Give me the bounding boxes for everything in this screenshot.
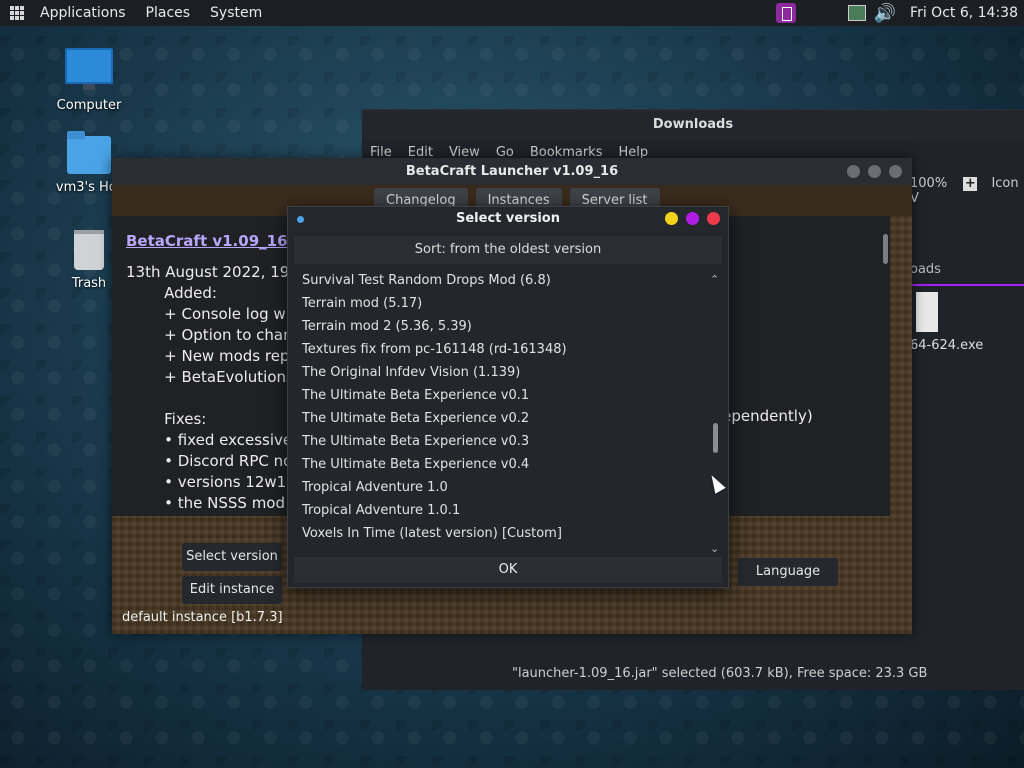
version-list-item[interactable]: Tropical Adventure 1.0.1: [294, 499, 706, 522]
window-controls: [847, 165, 902, 178]
top-panel: Applications Places System 🔊 Fri Oct 6, …: [0, 0, 1024, 26]
clock[interactable]: Fri Oct 6, 14:38: [900, 5, 1024, 21]
menu-system[interactable]: System: [200, 5, 272, 21]
desktop-icon-label: Computer: [56, 98, 122, 113]
ok-button[interactable]: OK: [294, 557, 722, 583]
home-folder-icon: [67, 131, 111, 174]
betacraft-titlebar[interactable]: BetaCraft Launcher v1.09_16: [112, 158, 912, 185]
network-icon[interactable]: [847, 5, 866, 21]
news-line: + Console log wir: [126, 305, 297, 323]
betacraft-title: BetaCraft Launcher v1.09_16: [405, 164, 619, 179]
maximize-icon[interactable]: [868, 165, 881, 178]
workspace-applet-icon[interactable]: [776, 3, 796, 23]
zoom-in-icon[interactable]: +: [963, 177, 978, 191]
sort-button[interactable]: Sort: from the oldest version: [294, 236, 722, 264]
maximize-icon[interactable]: [686, 212, 699, 225]
trash-icon: [74, 230, 104, 270]
close-icon[interactable]: [889, 165, 902, 178]
zoom-level[interactable]: 100%: [910, 176, 947, 191]
downloads-title: Downloads: [362, 110, 1024, 140]
desktop-icon-computer[interactable]: Computer: [44, 48, 134, 113]
version-list-item[interactable]: The Ultimate Beta Experience v0.4: [294, 453, 706, 476]
scroll-down-icon[interactable]: ⌄: [710, 542, 719, 555]
version-list-item[interactable]: The Ultimate Beta Experience v0.1: [294, 384, 706, 407]
version-list-scrollbar[interactable]: ⌃ ⌄: [708, 269, 722, 557]
changelog-scrollbar[interactable]: [874, 216, 890, 516]
close-icon[interactable]: [707, 212, 720, 225]
minimize-icon[interactable]: [665, 212, 678, 225]
downloads-toolbar: 100% + Icon V: [910, 176, 1024, 206]
scroll-up-icon[interactable]: ⌃: [710, 273, 719, 286]
edit-instance-button[interactable]: Edit instance: [182, 576, 282, 604]
news-line: Fixes:: [126, 410, 207, 428]
news-line: • the NSSS mod sl: [126, 494, 302, 512]
menu-applications[interactable]: Applications: [30, 5, 136, 21]
system-tray: 🔊 Fri Oct 6, 14:38: [847, 0, 1024, 26]
version-list-item[interactable]: The Ultimate Beta Experience v0.2: [294, 407, 706, 430]
version-list-item[interactable]: Terrain mod 2 (5.36, 5.39): [294, 315, 706, 338]
version-list-item[interactable]: Voxels In Time (latest version) [Custom]: [294, 522, 706, 545]
exe-file-icon: [916, 292, 938, 332]
news-line: Added:: [126, 284, 217, 302]
language-button[interactable]: Language: [738, 558, 838, 586]
news-line: • fixed excessive a: [126, 431, 307, 449]
version-list-item[interactable]: The Ultimate Beta Experience v0.3: [294, 430, 706, 453]
downloads-side-tab[interactable]: oads: [900, 258, 1024, 286]
version-list-item[interactable]: The Original Infdev Vision (1.139): [294, 361, 706, 384]
dialog-title: Select version: [456, 211, 560, 226]
app-grid-icon[interactable]: [10, 6, 24, 20]
version-list: Survival Test Random Drops Mod (6.8) Terr…: [294, 269, 706, 557]
file-item[interactable]: 64-624.exe: [910, 292, 983, 353]
downloads-status: "launcher-1.09_16.jar" selected (603.7 k…: [512, 666, 928, 681]
file-name: 64-624.exe: [910, 338, 984, 353]
computer-icon: [65, 48, 113, 90]
news-line: [126, 388, 306, 409]
version-list-item[interactable]: Survival Test Random Drops Mod (6.8): [294, 269, 706, 292]
scroll-thumb[interactable]: [713, 423, 718, 453]
scroll-thumb[interactable]: [883, 234, 888, 264]
news-title-link[interactable]: BetaCraft v1.09_16 (: [126, 232, 300, 250]
select-version-button[interactable]: Select version: [182, 543, 282, 571]
news-line: 13th August 2022, 19:0: [126, 263, 304, 281]
pin-icon[interactable]: [297, 216, 304, 223]
news-line: • Discord RPC not: [126, 452, 299, 470]
version-list-item[interactable]: Tropical Adventure 1.0: [294, 476, 706, 499]
side-tab-label: oads: [910, 262, 941, 277]
select-version-dialog: Select version Sort: from the oldest ver…: [287, 206, 729, 588]
minimize-icon[interactable]: [847, 165, 860, 178]
dialog-window-controls: [665, 212, 720, 225]
volume-icon[interactable]: 🔊: [874, 3, 896, 24]
version-list-item[interactable]: Textures fix from pc-161148 (rd-161348): [294, 338, 706, 361]
news-line: + BetaEvolutions: [126, 368, 294, 386]
news-right-fragment: lependently): [718, 407, 813, 425]
menu-places[interactable]: Places: [136, 5, 201, 21]
news-body: 13th August 2022, 19:0 Added: + Console …: [126, 262, 306, 514]
news-line: + New mods repo: [126, 347, 299, 365]
dialog-titlebar[interactable]: Select version: [288, 207, 728, 231]
news-line: + Option to chang: [126, 326, 303, 344]
instance-label: default instance [b1.7.3]: [122, 610, 283, 625]
version-list-item[interactable]: Terrain mod (5.17): [294, 292, 706, 315]
news-line: • versions 12w18: [126, 473, 296, 491]
